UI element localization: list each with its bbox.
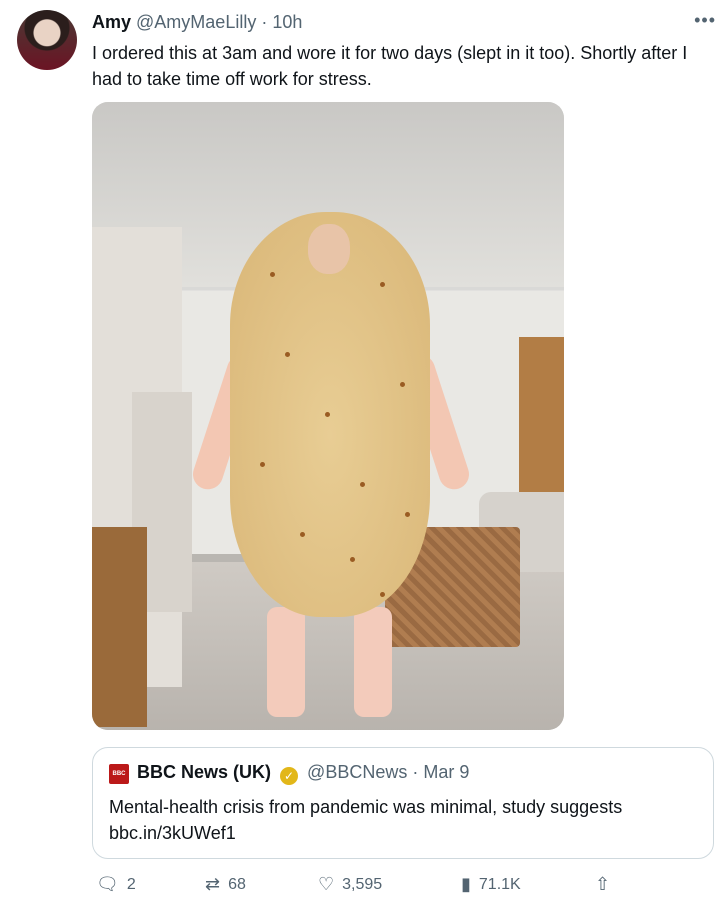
like-count: 3,595 xyxy=(342,875,383,893)
left-leg xyxy=(267,607,305,717)
views-count: 71.1K xyxy=(478,875,521,893)
costume-spot xyxy=(285,352,290,357)
face xyxy=(308,224,350,274)
reply-icon: 🗨︎ xyxy=(96,874,119,894)
tweet-text: I ordered this at 3am and wore it for tw… xyxy=(92,43,688,89)
share-button[interactable]: ⇧ xyxy=(595,874,610,895)
quote-date[interactable]: Mar 9 xyxy=(423,762,469,782)
costume-spot xyxy=(400,382,405,387)
right-leg xyxy=(354,607,392,717)
bbc-logo: BBC NEWS xyxy=(109,764,129,797)
views-button[interactable]: ▮ 71.1K xyxy=(461,874,521,895)
verified-icon: ✓ xyxy=(280,767,299,785)
costume-spot xyxy=(260,462,265,467)
quote-headline: Mental-health crisis from pandemic was m… xyxy=(109,797,623,817)
costume-spot xyxy=(360,482,365,487)
quote-text: Mental-health crisis from pandemic was m… xyxy=(109,794,622,846)
quote-header: BBC News (UK) ✓ @BBCNews · Mar 9 xyxy=(137,762,470,785)
photo-cabinet xyxy=(92,527,147,727)
retweet-count: 68 xyxy=(228,875,246,893)
quote-link[interactable]: bbc.in/3kUWef1 xyxy=(109,820,622,846)
tweet-time[interactable]: 10h xyxy=(272,12,302,32)
views-icon: ▮ xyxy=(461,874,471,894)
like-button[interactable]: ♡ 3,595 xyxy=(318,874,382,895)
costume-spot xyxy=(380,282,385,287)
quoted-tweet[interactable]: BBC NEWS BBC News (UK) ✓ @BBCNews · Mar … xyxy=(92,747,714,859)
tweet-photo[interactable] xyxy=(92,102,564,730)
more-icon[interactable]: ••• xyxy=(694,10,716,31)
heart-icon: ♡ xyxy=(318,874,335,894)
retweet-button[interactable]: ⇄ 68 xyxy=(205,874,246,895)
reply-count: 2 xyxy=(126,875,136,893)
costume-spot xyxy=(350,557,355,562)
share-icon: ⇧ xyxy=(595,874,611,894)
retweet-icon: ⇄ xyxy=(205,874,221,894)
costume-spot xyxy=(380,592,385,597)
avatar[interactable] xyxy=(17,10,77,70)
user-handle[interactable]: @AmyMaeLilly xyxy=(136,12,256,32)
quote-user-handle[interactable]: @BBCNews xyxy=(307,762,407,782)
quote-user-name[interactable]: BBC News (UK) xyxy=(137,762,271,782)
costume-spot xyxy=(405,512,410,517)
costume-spot xyxy=(325,412,330,417)
potato-costume xyxy=(230,212,430,617)
costume-spot xyxy=(270,272,275,277)
costume-spot xyxy=(300,532,305,537)
reply-button[interactable]: 🗨︎ 2 xyxy=(96,874,136,895)
tweet-header: Amy @AmyMaeLilly · 10h xyxy=(92,12,303,32)
photo-door xyxy=(519,337,564,502)
user-name[interactable]: Amy xyxy=(92,12,131,32)
